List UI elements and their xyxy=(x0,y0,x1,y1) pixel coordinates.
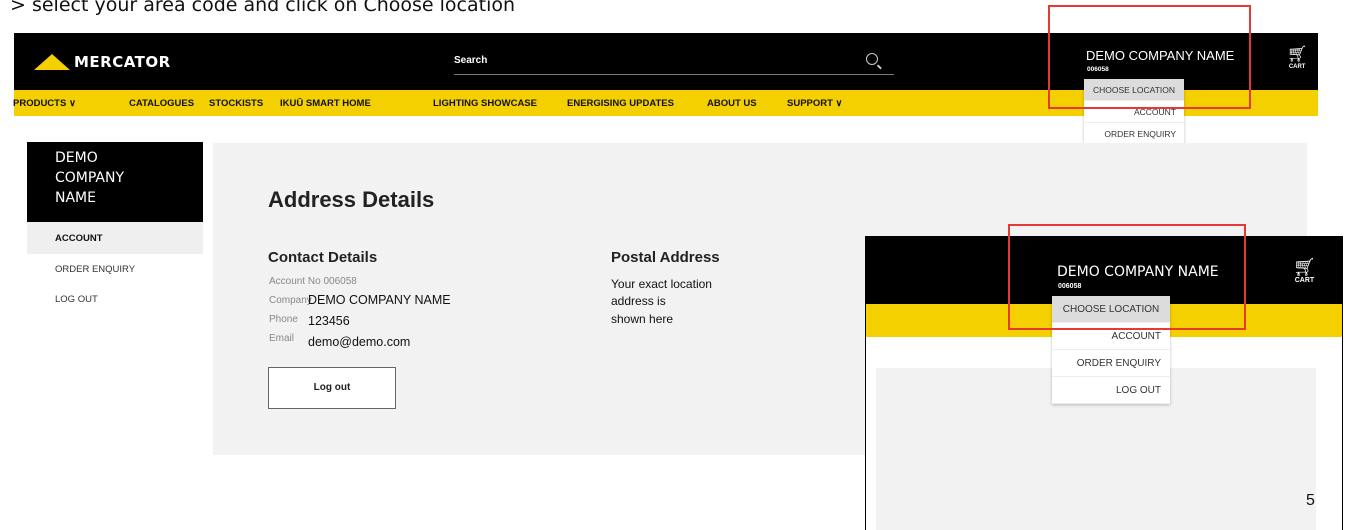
nav-support[interactable]: SUPPORT ∨ xyxy=(787,98,843,109)
sidebar-title-line: COMPANY xyxy=(55,170,125,186)
dropdown-order-enquiry[interactable]: ORDER ENQUIRY xyxy=(1084,123,1184,145)
postal-address-heading: Postal Address xyxy=(611,249,720,266)
account-no-label: Account No 006058 xyxy=(269,276,357,287)
cart-icon: 🛒︎ xyxy=(1293,257,1316,277)
nav-catalogues[interactable]: CATALOGUES xyxy=(129,98,194,109)
highlight-box xyxy=(1008,224,1246,330)
sidebar-item-account[interactable]: ACCOUNT xyxy=(27,222,203,254)
sidebar-title-line: DEMO xyxy=(55,150,98,166)
search-icon[interactable] xyxy=(866,53,878,65)
sidebar-title-line: NAME xyxy=(55,190,96,206)
instruction-text: > select your area code and click on Cho… xyxy=(10,0,516,16)
phone-value: 123456 xyxy=(308,314,350,328)
logo-text: MERCATOR xyxy=(74,53,171,71)
page-number: 5 xyxy=(1306,492,1315,509)
account-no-label-text: Account No xyxy=(269,276,321,287)
search-input[interactable]: Search xyxy=(454,55,487,66)
sidebar-item-log-out[interactable]: LOG OUT xyxy=(55,294,98,305)
nav-energising-updates[interactable]: ENERGISING UPDATES xyxy=(567,98,674,109)
cart-label: CART xyxy=(1288,64,1306,70)
search-underline xyxy=(454,74,894,75)
company-value: DEMO COMPANY NAME xyxy=(308,293,451,307)
nav-ikuu-smart-home[interactable]: IKUŪ SMART HOME xyxy=(280,98,371,109)
nav-products[interactable]: PRODUCTS ∨ xyxy=(13,98,76,109)
page-title: Address Details xyxy=(268,187,435,212)
nav-lighting-showcase[interactable]: LIGHTING SHOWCASE xyxy=(433,98,537,109)
account-no-value: 006058 xyxy=(323,276,357,287)
cart-label: CART xyxy=(1294,277,1315,284)
cart-button[interactable]: 🛒︎ CART xyxy=(1287,46,1308,71)
logo-triangle-icon xyxy=(34,54,70,70)
email-value: demo@demo.com xyxy=(308,335,411,349)
phone-label: Phone xyxy=(269,314,298,325)
inset-cart-button[interactable]: 🛒︎ CART xyxy=(1293,258,1316,284)
email-label: Email xyxy=(269,333,295,344)
highlight-box xyxy=(1048,5,1251,109)
company-label: Company xyxy=(269,295,312,306)
contact-details-heading: Contact Details xyxy=(268,249,378,266)
inset-dropdown-log-out[interactable]: LOG OUT xyxy=(1052,377,1170,404)
sidebar-company-title: DEMO COMPANY NAME xyxy=(27,142,203,222)
postal-line: address is xyxy=(611,294,666,308)
sidebar-item-order-enquiry[interactable]: ORDER ENQUIRY xyxy=(55,264,135,275)
log-out-button[interactable]: Log out xyxy=(268,367,396,409)
nav-about-us[interactable]: ABOUT US xyxy=(707,98,757,109)
nav-stockists[interactable]: STOCKISTS xyxy=(209,98,263,109)
cart-icon: 🛒︎ xyxy=(1287,46,1308,63)
postal-line: Your exact location xyxy=(611,277,712,291)
postal-line: shown here xyxy=(611,312,674,326)
inset-dropdown-order-enquiry[interactable]: ORDER ENQUIRY xyxy=(1052,350,1170,377)
mercator-logo[interactable]: MERCATOR xyxy=(34,51,171,73)
